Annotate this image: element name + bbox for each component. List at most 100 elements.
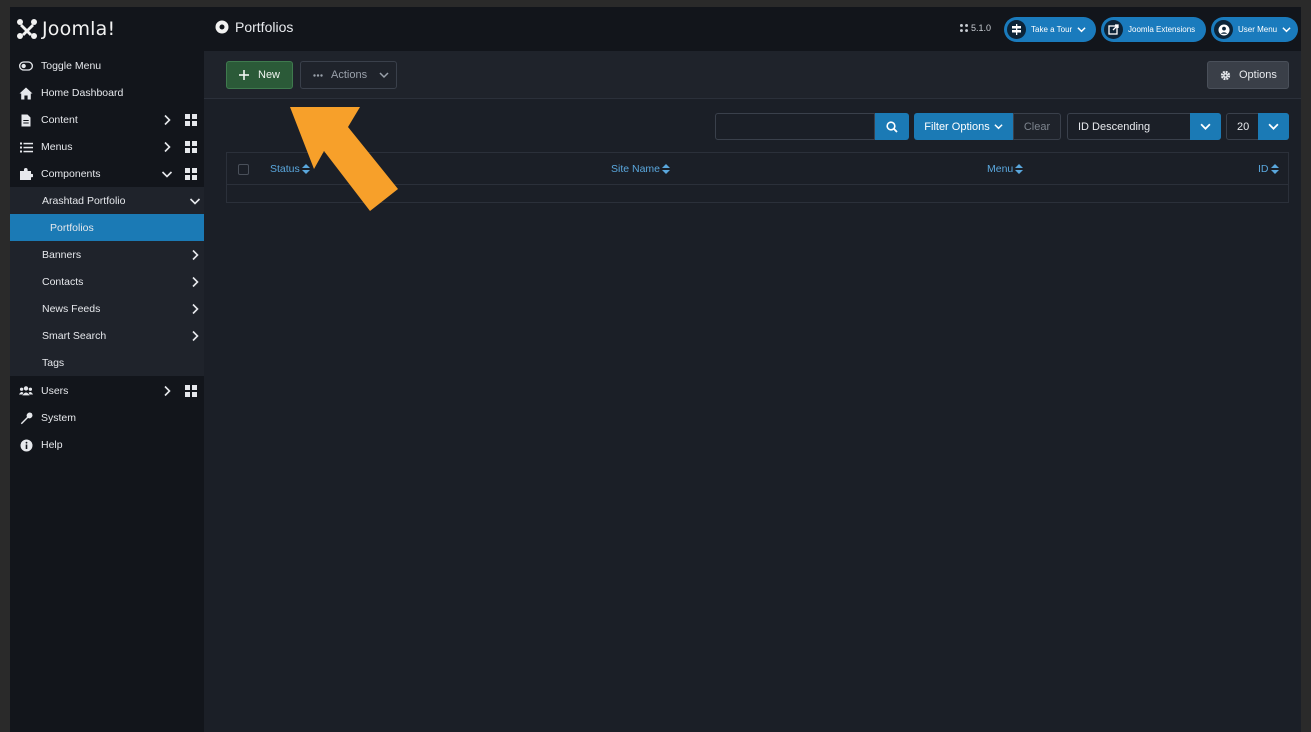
logo-text: Joomla! [42, 18, 116, 40]
chevron-down-icon[interactable] [160, 167, 174, 181]
sidebar-item-news-feeds[interactable]: News Feeds [10, 295, 204, 322]
sidebar-item-label: System [41, 412, 77, 424]
info-icon [19, 438, 33, 452]
search-input[interactable] [715, 113, 875, 140]
limit-dropdown-toggle[interactable] [1258, 113, 1289, 140]
chevron-right-icon[interactable] [160, 384, 174, 398]
sidebar-item-help[interactable]: Help [10, 431, 204, 458]
options-label: Options [1239, 69, 1277, 81]
sort-order-value: ID Descending [1078, 121, 1151, 133]
sidebar-item-label: Contacts [42, 276, 84, 288]
sidebar-item-portfolios[interactable]: Portfolios [10, 214, 204, 241]
external-link-icon [1104, 20, 1123, 39]
column-header-menu[interactable]: Menu [987, 163, 1024, 175]
sidebar-item-label: Menus [41, 141, 73, 153]
toggle-icon [19, 59, 33, 73]
portfolios-table: Status Site Name Menu ID [226, 152, 1289, 203]
list-limit-select[interactable]: 20 [1226, 113, 1289, 140]
user-menu-button[interactable]: User Menu [1211, 17, 1298, 42]
sidebar-item-menus[interactable]: Menus [10, 133, 204, 160]
column-header-label: Site Name [611, 163, 661, 175]
take-a-tour-label: Take a Tour [1031, 25, 1073, 34]
user-menu-label: User Menu [1238, 25, 1278, 34]
sidebar-item-label: Banners [42, 249, 82, 261]
column-header-label: Menu [987, 163, 1014, 175]
filter-options-label: Filter Options [924, 120, 990, 133]
sidebar-item-contacts[interactable]: Contacts [10, 268, 204, 295]
signpost-icon [1007, 20, 1026, 39]
dashboard-grid-icon[interactable] [185, 141, 197, 153]
column-header-label: Status [270, 163, 300, 175]
dashboard-grid-icon[interactable] [185, 168, 197, 180]
chevron-down-icon[interactable] [188, 194, 202, 208]
search-button[interactable] [875, 113, 909, 140]
user-icon [1214, 20, 1233, 39]
chevron-right-icon[interactable] [160, 140, 174, 154]
wrench-icon [19, 411, 33, 425]
search-icon [886, 120, 898, 133]
sidebar-item-users[interactable]: Users [10, 377, 204, 404]
sidebar-item-components[interactable]: Components [10, 160, 204, 187]
page-heading: Portfolios [215, 19, 293, 35]
joomla-extensions-button[interactable]: Joomla Extensions [1101, 17, 1206, 42]
sort-dropdown-toggle[interactable] [1190, 113, 1221, 140]
chevron-right-icon[interactable] [160, 113, 174, 127]
dashboard-grid-icon[interactable] [185, 114, 197, 126]
new-button[interactable]: New [226, 61, 293, 89]
admin-window: Joomla! Portfolios 5.1.0 Take a Tour Joo… [10, 7, 1301, 732]
sidebar-item-content[interactable]: Content [10, 106, 204, 133]
take-a-tour-button[interactable]: Take a Tour [1004, 17, 1096, 42]
sort-icon [1015, 164, 1024, 174]
sidebar-item-label: Users [41, 385, 69, 397]
chevron-down-icon [1200, 123, 1211, 130]
users-icon [19, 384, 33, 398]
joomla-logo-icon [17, 19, 37, 39]
sidebar-item-label: Arashtad Portfolio [42, 195, 126, 207]
sidebar-item-label: Tags [42, 357, 65, 369]
column-header-label: ID [1258, 163, 1269, 175]
chevron-down-icon [1282, 27, 1291, 33]
chevron-right-icon[interactable] [188, 302, 202, 316]
ellipsis-icon [313, 73, 323, 77]
filter-options-button[interactable]: Filter Options [914, 113, 1013, 140]
sidebar-item-toggle-menu[interactable]: Toggle Menu [10, 52, 204, 79]
select-all-checkbox[interactable] [238, 164, 249, 175]
chevron-right-icon[interactable] [188, 329, 202, 343]
joomla-small-icon [960, 24, 968, 32]
sidebar-item-label: Toggle Menu [41, 60, 102, 72]
gear-icon [1220, 70, 1231, 80]
sidebar-item-arashtad-portfolio[interactable]: Arashtad Portfolio [10, 187, 204, 214]
version-text: 5.1.0 [971, 23, 992, 33]
sidebar-item-banners[interactable]: Banners [10, 241, 204, 268]
sort-order-select[interactable]: ID Descending [1067, 113, 1221, 140]
toolbar: New Actions Options [204, 51, 1301, 99]
sidebar-item-label: News Feeds [42, 303, 101, 315]
top-header: Joomla! Portfolios 5.1.0 Take a Tour Joo… [10, 7, 1301, 51]
chevron-right-icon[interactable] [188, 275, 202, 289]
actions-dropdown[interactable]: Actions [300, 61, 397, 89]
new-button-label: New [258, 69, 281, 81]
sidebar: Toggle Menu Home Dashboard Content Menus [10, 51, 204, 732]
sidebar-item-smart-search[interactable]: Smart Search [10, 322, 204, 349]
column-header-id[interactable]: ID [1258, 163, 1279, 175]
clear-button[interactable]: Clear [1013, 113, 1061, 140]
options-button[interactable]: Options [1207, 61, 1289, 89]
column-header-site-name[interactable]: Site Name [611, 163, 671, 175]
dashboard-grid-icon[interactable] [185, 385, 197, 397]
sidebar-item-system[interactable]: System [10, 404, 204, 431]
sidebar-item-tags[interactable]: Tags [10, 349, 204, 376]
list-icon [19, 140, 33, 154]
puzzle-icon [19, 167, 33, 181]
joomla-logo[interactable]: Joomla! [16, 17, 115, 41]
record-icon [215, 20, 229, 34]
file-icon [19, 113, 33, 127]
chevron-right-icon[interactable] [188, 248, 202, 262]
sidebar-item-label: Portfolios [50, 222, 94, 234]
clear-label: Clear [1023, 120, 1051, 133]
version-badge: 5.1.0 [960, 23, 991, 33]
sort-icon [662, 164, 671, 174]
actions-label: Actions [331, 69, 368, 81]
column-header-status[interactable]: Status [270, 163, 310, 175]
sidebar-item-home-dashboard[interactable]: Home Dashboard [10, 79, 204, 106]
sidebar-item-label: Content [41, 114, 78, 126]
